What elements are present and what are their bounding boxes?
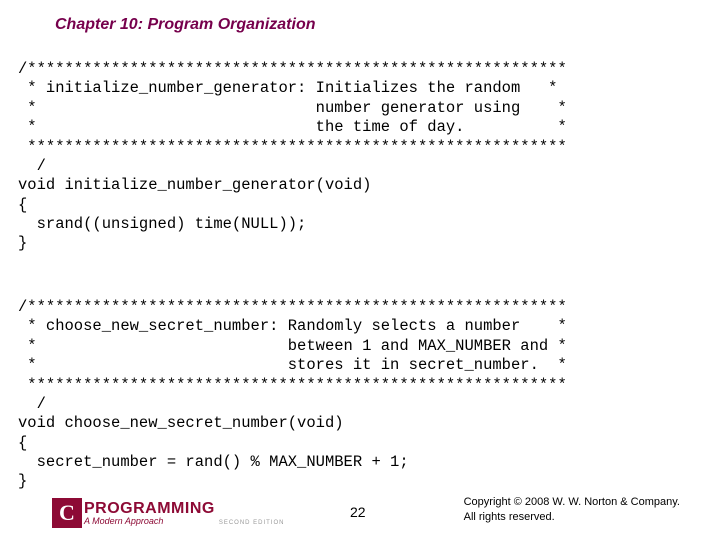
logo-text: PROGRAMMING A Modern Approach — [84, 501, 215, 526]
logo-subtitle: A Modern Approach — [84, 517, 215, 526]
copyright-text: Copyright © 2008 W. W. Norton & Company.… — [464, 495, 680, 524]
logo-c-icon: C — [52, 498, 82, 528]
code-block-initialize: /***************************************… — [18, 60, 567, 254]
copyright-line2: All rights reserved. — [464, 510, 680, 524]
page-number: 22 — [350, 504, 366, 520]
chapter-title: Chapter 10: Program Organization — [55, 16, 316, 34]
logo-main-text: PROGRAMMING — [84, 501, 215, 517]
copyright-line1: Copyright © 2008 W. W. Norton & Company. — [464, 495, 680, 509]
footer: C PROGRAMMING A Modern Approach SECOND E… — [0, 494, 720, 530]
book-logo: C PROGRAMMING A Modern Approach SECOND E… — [52, 498, 285, 528]
logo-edition: SECOND EDITION — [219, 520, 285, 526]
code-block-choose: /***************************************… — [18, 298, 567, 492]
